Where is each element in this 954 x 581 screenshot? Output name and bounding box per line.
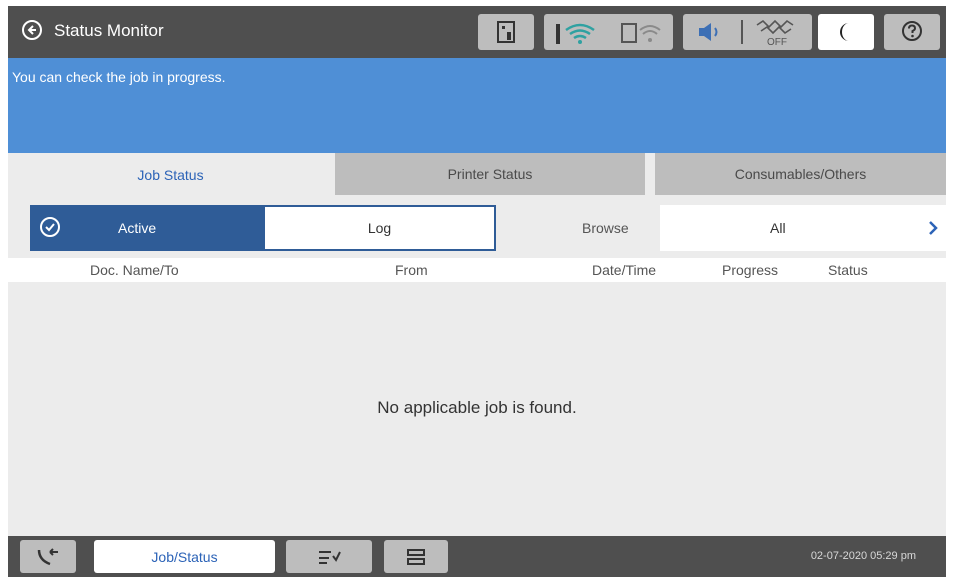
status-monitor-screen: Status Monitor OFF You can check the job…: [8, 6, 946, 577]
sleep-button[interactable]: [818, 14, 874, 50]
browse-value: All: [770, 220, 786, 236]
help-icon: [902, 21, 922, 41]
info-message: You can check the job in progress.: [12, 69, 226, 85]
job-queue-button[interactable]: [286, 540, 372, 573]
top-bar: Status Monitor OFF: [8, 6, 946, 58]
column-from: From: [395, 262, 428, 278]
printer-memory-icon: [497, 21, 515, 43]
info-banner: You can check the job in progress.: [8, 58, 946, 153]
log-filter-button[interactable]: Log: [263, 205, 496, 251]
quiet-off-label: OFF: [767, 37, 787, 47]
sound-settings-button[interactable]: OFF: [683, 14, 812, 50]
sleep-moon-icon: [839, 22, 849, 41]
eject-tray-button[interactable]: [384, 540, 448, 573]
browse-label: Browse: [582, 220, 629, 236]
tab-consumables-others[interactable]: Consumables/Others: [655, 153, 946, 195]
column-status: Status: [828, 262, 868, 278]
network-status-button[interactable]: [544, 14, 673, 50]
job-table-header: Doc. Name/To From Date/Time Progress Sta…: [8, 258, 946, 282]
volume-icon: [699, 23, 718, 41]
column-progress: Progress: [722, 262, 779, 278]
tab-printer-status[interactable]: Printer Status: [335, 153, 645, 195]
job-status-button[interactable]: Job/Status: [94, 540, 275, 573]
back-icon[interactable]: [22, 20, 42, 40]
wifi-icon: [556, 23, 595, 44]
quiet-off-icon: OFF: [756, 19, 794, 47]
eject-tray-icon: [407, 549, 425, 565]
active-filter-label: Active: [118, 220, 157, 236]
empty-state-message: No applicable job is found.: [377, 398, 577, 417]
printer-memory-button[interactable]: [478, 14, 534, 50]
help-button[interactable]: [884, 14, 940, 50]
divider: [741, 20, 743, 44]
page-title: Status Monitor: [54, 21, 164, 40]
column-date-time: Date/Time: [592, 262, 657, 278]
active-filter-button[interactable]: Active: [30, 205, 263, 251]
fax-button[interactable]: [20, 540, 76, 573]
check-circle-icon: [40, 217, 60, 237]
wifi-direct-icon: [621, 23, 661, 43]
datetime-display: 02-07-2020 05:29 pm: [810, 550, 916, 562]
bottom-bar: Job/Status 02-07-2020 05:29 pm: [8, 536, 946, 577]
fax-icon: [37, 548, 58, 566]
tab-job-status[interactable]: Job Status: [16, 153, 325, 196]
chevron-right-icon[interactable]: [926, 219, 940, 237]
column-doc-name: Doc. Name/To: [90, 262, 179, 278]
browse-select[interactable]: All: [660, 205, 946, 251]
job-queue-icon: [319, 551, 341, 564]
